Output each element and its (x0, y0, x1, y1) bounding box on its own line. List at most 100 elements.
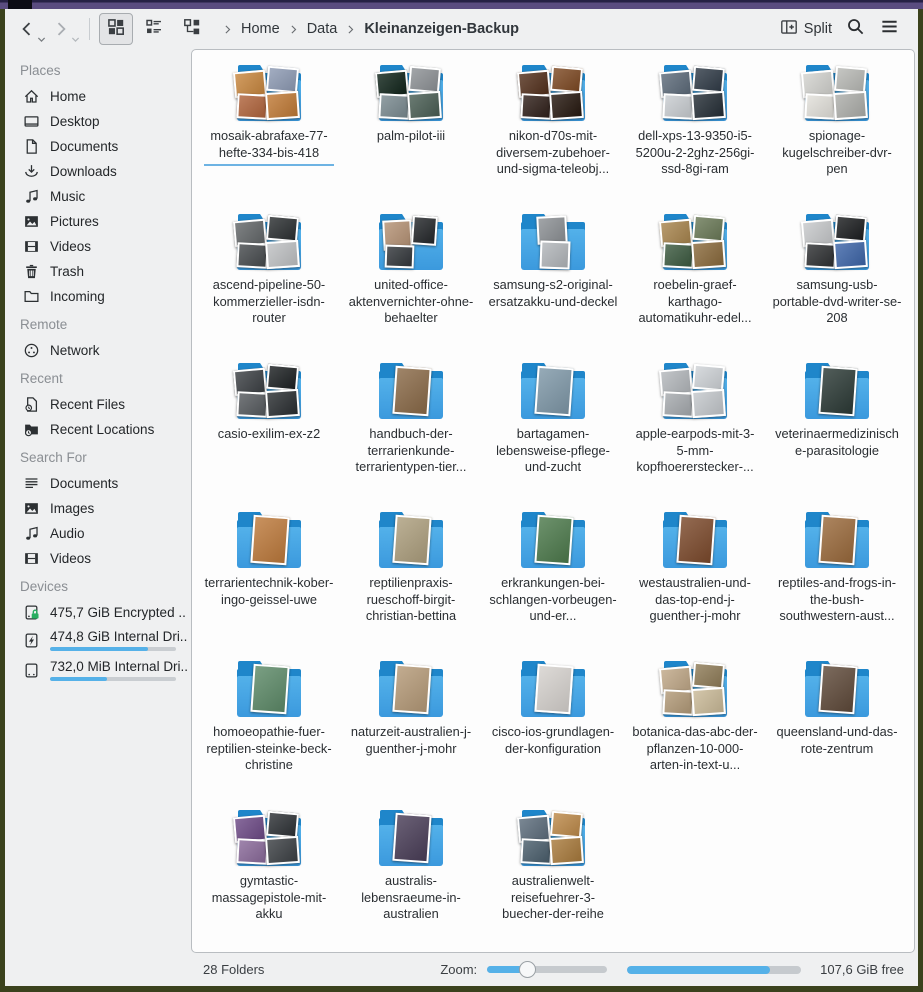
folder-item[interactable]: samsung-s2-original-ersatzakku-und-decke… (482, 212, 624, 361)
sidebar-item-documents[interactable]: Documents (5, 134, 191, 159)
folder-icon (805, 512, 869, 570)
sidebar-item-videos[interactable]: Videos (5, 546, 191, 571)
sidebar-item-incoming[interactable]: Incoming (5, 284, 191, 309)
folder-item[interactable]: terrarientechnik-kober-ingo-geissel-uwe (198, 510, 340, 659)
details-view-button[interactable] (137, 13, 171, 45)
window-titlebar-tab (8, 0, 32, 9)
folder-icon (379, 65, 443, 123)
menu-button[interactable] (872, 14, 906, 44)
folder-item[interactable]: westaustralien-und-das-top-end-j-guenthe… (624, 510, 766, 659)
icons-view-button[interactable] (99, 13, 133, 45)
section-title-recent: Recent (5, 363, 191, 392)
sidebar-item-trash[interactable]: Trash (5, 259, 191, 284)
folder-item[interactable]: dell-xps-13-9350-i5-5200u-2-2ghz-256gi-s… (624, 63, 766, 212)
back-history-caret-icon[interactable] (37, 31, 46, 40)
breadcrumb-item-kleinanzeigen-backup[interactable]: Kleinanzeigen-Backup (359, 19, 524, 39)
sidebar-item-images[interactable]: Images (5, 496, 191, 521)
zoom-slider[interactable] (487, 961, 607, 978)
folder-item[interactable]: reptiles-and-frogs-in-the-bush-southwest… (766, 510, 908, 659)
thumbnail (691, 91, 726, 120)
thumbnail (266, 215, 299, 243)
sidebar-item-music[interactable]: Music (5, 184, 191, 209)
folder-item[interactable]: spionage-kugelschreiber-dvr-pen (766, 63, 908, 212)
sidebar-item-recent-files[interactable]: Recent Files (5, 392, 191, 417)
folder-item[interactable]: cisco-ios-grundlagen-der-konfiguration (482, 659, 624, 808)
folder-icon (237, 661, 301, 719)
folder-item[interactable]: botanica-das-abc-der-pflanzen-10-000-art… (624, 659, 766, 808)
thumbnail (550, 66, 583, 94)
sidebar-item-label: 475,7 GiB Encrypted ... (50, 605, 187, 620)
thumbnail (691, 240, 726, 269)
sidebar-item-downloads[interactable]: Downloads (5, 159, 191, 184)
document-icon (23, 138, 40, 155)
folder-item[interactable]: gymtastic-massagepistole-mit-akku (198, 808, 340, 953)
sidebar-item-documents[interactable]: Documents (5, 471, 191, 496)
thumbnail (534, 664, 573, 714)
sidebar-item-732-0-mib-internal-dri[interactable]: 732,0 MiB Internal Dri... (5, 655, 191, 685)
folder-item[interactable]: naturzeit-australien-j-guenther-j-mohr (340, 659, 482, 808)
folder-label: naturzeit-australien-j-guenther-j-mohr (346, 724, 476, 757)
search-button[interactable] (838, 14, 872, 44)
thumbnail (250, 664, 289, 714)
section-title-remote: Remote (5, 309, 191, 338)
sidebar-item-recent-locations[interactable]: Recent Locations (5, 417, 191, 442)
forward-history-caret-icon[interactable] (71, 31, 80, 40)
folder-view[interactable]: mosaik-abrafaxe-77-hefte-334-bis-418palm… (191, 49, 915, 953)
folder-item[interactable]: ascend-pipeline-50-kommerzieller-isdn-ro… (198, 212, 340, 361)
thumbnail (691, 687, 726, 716)
folder-item[interactable]: united-office-aktenvernichter-ohne-behae… (340, 212, 482, 361)
back-button[interactable] (15, 16, 49, 42)
tree-view-button[interactable] (175, 13, 209, 45)
thumbnail (236, 93, 268, 120)
folder-item[interactable]: australis-lebensraeume-in-australien (340, 808, 482, 953)
folder-item[interactable]: casio-exilim-ex-z2 (198, 361, 340, 510)
zoom-slider-handle[interactable] (519, 961, 536, 978)
folder-item[interactable]: samsung-usb-portable-dvd-writer-se-208 (766, 212, 908, 361)
sidebar-item-videos[interactable]: Videos (5, 234, 191, 259)
folder-item[interactable]: bartagamen-lebensweise-pflege-und-zucht (482, 361, 624, 510)
sidebar-item-audio[interactable]: Audio (5, 521, 191, 546)
sidebar-item-home[interactable]: Home (5, 84, 191, 109)
breadcrumb-item-home[interactable]: Home (236, 19, 285, 39)
folder-icon (805, 65, 869, 123)
folder-item[interactable]: reptilienpraxis-rueschoff-birgit-christi… (340, 510, 482, 659)
thumbnail (392, 664, 431, 714)
folder-item[interactable]: veterinaermedizinische-parasitologie (766, 361, 908, 510)
split-icon (780, 18, 798, 40)
folder-item[interactable]: mosaik-abrafaxe-77-hefte-334-bis-418 (198, 63, 340, 212)
folder-item[interactable]: nikon-d70s-mit-diversem-zubehoer-und-sig… (482, 63, 624, 212)
thumbnail (385, 245, 415, 269)
folder-icon (663, 65, 727, 123)
sidebar-item-pictures[interactable]: Pictures (5, 209, 191, 234)
thumbnail (266, 66, 299, 94)
folder-item[interactable]: palm-pilot-iii (340, 63, 482, 212)
thumbnail (691, 389, 726, 418)
sidebar-item-desktop[interactable]: Desktop (5, 109, 191, 134)
content-area: PlacesHomeDesktopDocumentsDownloadsMusic… (5, 49, 918, 953)
thumbnail (250, 515, 289, 565)
breadcrumb-item-data[interactable]: Data (302, 19, 343, 39)
forward-button[interactable] (49, 16, 83, 42)
sidebar-item-label: Trash (50, 264, 84, 279)
thumbnail (265, 91, 300, 120)
folder-item[interactable]: roebelin-graef-karthago-automatikuhr-ede… (624, 212, 766, 361)
folder-item[interactable]: handbuch-der-terrarienkunde-terrarientyp… (340, 361, 482, 510)
folder-item[interactable]: queensland-und-das-rote-zentrum (766, 659, 908, 808)
folder-item[interactable]: homoeopathie-fuer-reptilien-steinke-beck… (198, 659, 340, 808)
thumbnail (818, 664, 857, 714)
folder-item[interactable]: australienwelt-reisefuehrer-3-buecher-de… (482, 808, 624, 953)
folder-item[interactable]: apple-earpods-mit-3-5-mm-kopfhoerersteck… (624, 361, 766, 510)
sidebar-item-label: Pictures (50, 214, 99, 229)
sidebar-item-475-7-gib-encrypted[interactable]: 475,7 GiB Encrypted ... (5, 600, 191, 625)
sidebar-item-label: Documents (50, 139, 118, 154)
sidebar-item-474-8-gib-internal-dri[interactable]: 474,8 GiB Internal Dri... (5, 625, 191, 655)
sidebar-item-network[interactable]: Network (5, 338, 191, 363)
folder-label: nikon-d70s-mit-diversem-zubehoer-und-sig… (488, 128, 618, 178)
split-button[interactable]: Split (774, 14, 838, 44)
breadcrumb-separator-icon (221, 23, 234, 36)
thumbnail (833, 240, 868, 269)
drive-icon (23, 662, 40, 679)
image-icon (23, 500, 40, 517)
folder-item[interactable]: erkrankungen-bei-schlangen-vorbeugen-und… (482, 510, 624, 659)
film-icon (23, 238, 40, 255)
